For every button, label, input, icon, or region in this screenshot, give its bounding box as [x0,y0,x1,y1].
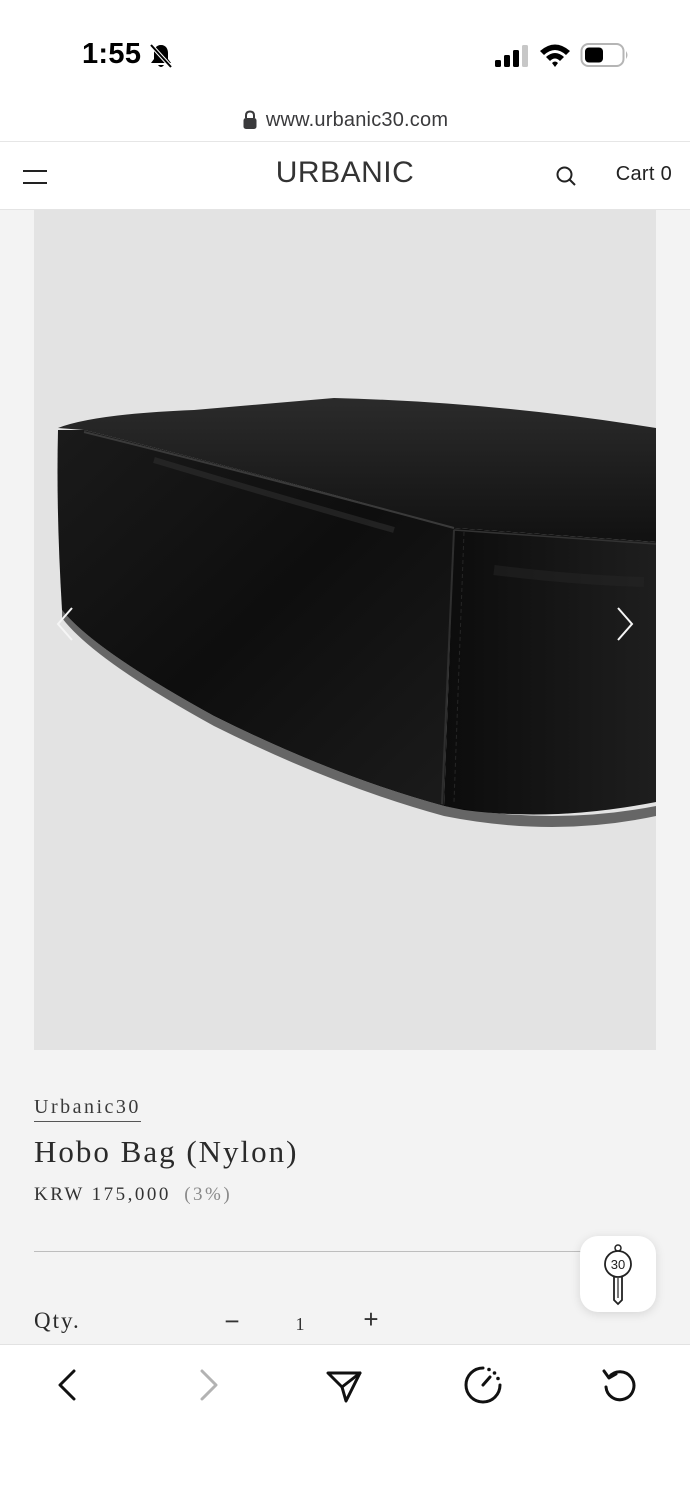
divider [34,1251,618,1252]
qty-decrease-button[interactable]: − [220,1306,244,1336]
cart-link[interactable]: Cart 0 [616,163,672,186]
qty-label: Qty. [34,1308,81,1333]
signal-icon [495,45,528,67]
browser-toolbar [0,1344,690,1500]
site-header: URBANIC Cart 0 [0,142,690,210]
key-icon: 30 [604,1244,632,1306]
product-page: Urbanic30 Hobo Bag (Nylon) KRW 175,000 (… [0,210,690,1344]
lock-icon [243,109,257,129]
next-image-arrow-icon[interactable] [612,604,638,644]
status-bar: 1:55 [0,0,690,100]
wifi-icon [540,44,570,67]
status-time: 1:55 [82,38,142,70]
qty-value: 1 [295,1314,305,1334]
reload-icon[interactable] [600,1365,640,1405]
site-logo[interactable]: URBANIC [0,156,690,190]
prev-image-arrow-icon[interactable] [52,604,78,644]
key-widget-label: 30 [611,1257,625,1272]
product-price: KRW 175,000 [34,1184,171,1205]
search-icon[interactable] [554,164,578,188]
bell-off-icon [149,43,173,69]
battery-icon [580,43,628,67]
address-bar[interactable]: www.urbanic30.com [0,100,690,142]
brand-link[interactable]: Urbanic30 [34,1096,141,1122]
back-icon[interactable] [48,1365,88,1405]
product-image [34,210,656,1050]
share-icon[interactable] [324,1365,364,1405]
discount-badge: (3%) [184,1184,233,1205]
timer-icon[interactable] [463,1365,503,1405]
forward-icon[interactable] [188,1365,228,1405]
url-text[interactable]: www.urbanic30.com [266,109,448,132]
key-widget-button[interactable]: 30 [580,1236,656,1312]
price-row: KRW 175,000 (3%) [34,1184,232,1206]
qty-increase-button[interactable]: + [358,1304,384,1334]
product-title: Hobo Bag (Nylon) [34,1134,299,1169]
bag-image [57,398,656,827]
